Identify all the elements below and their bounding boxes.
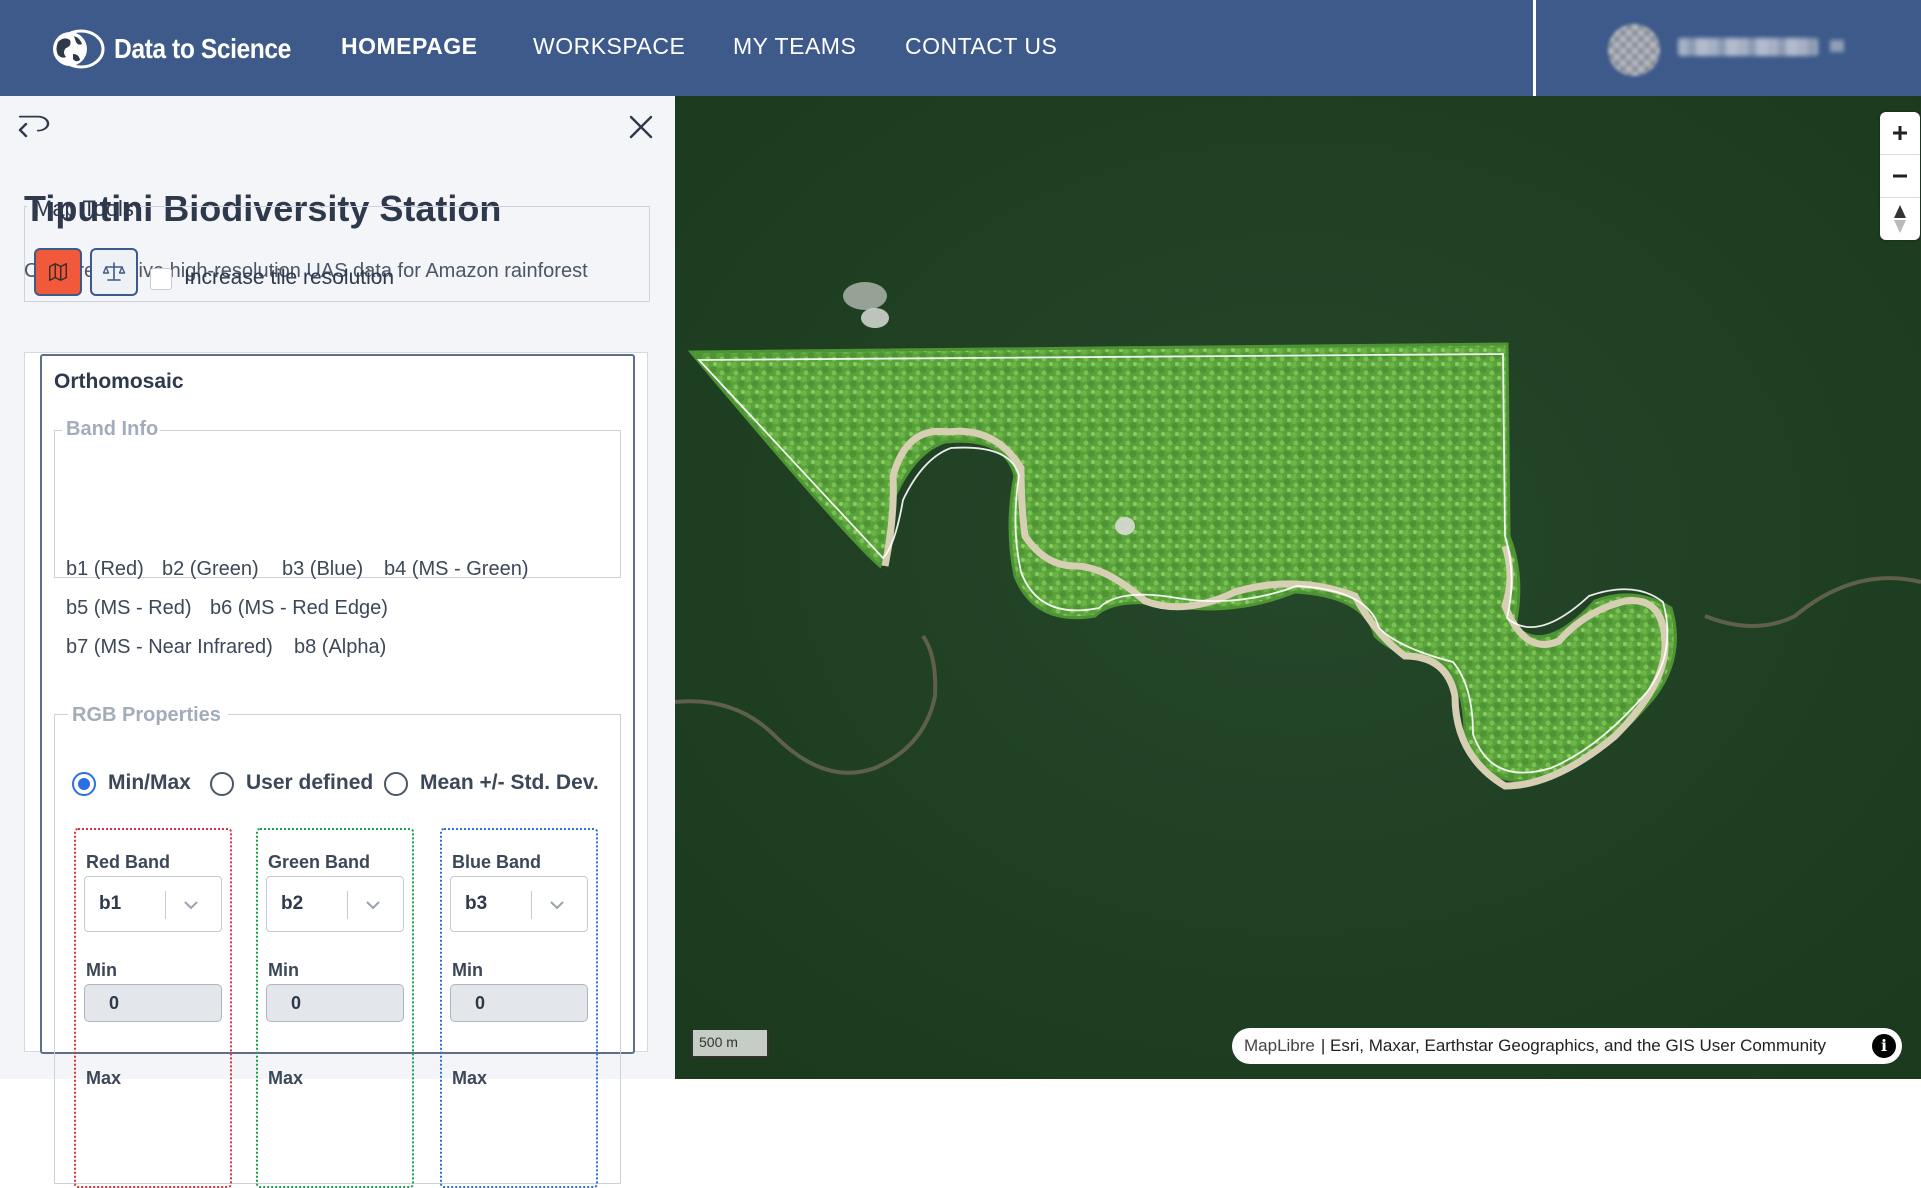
map-canvas[interactable] [675, 96, 1921, 1079]
nav-contact-us[interactable]: CONTACT US [905, 33, 1057, 60]
red-min-input[interactable]: 0 [84, 984, 222, 1022]
top-navbar: Data to Science HOMEPAGE WORKSPACE MY TE… [0, 0, 1921, 96]
map-view-button[interactable] [34, 248, 82, 296]
radio-min-max[interactable] [72, 772, 96, 796]
select-separator [531, 891, 532, 919]
zoom-in-button[interactable] [1880, 112, 1920, 154]
red-band-label: Red Band [86, 852, 171, 872]
zoom-out-button[interactable] [1880, 155, 1920, 197]
map-nav-control [1880, 112, 1920, 240]
compare-tool-button[interactable] [90, 248, 138, 296]
chevron-down-icon[interactable] [181, 895, 201, 915]
blue-band-select[interactable]: b3 [450, 876, 588, 932]
fieldset-border [54, 430, 62, 431]
red-min-label: Min [86, 960, 117, 980]
map-attribution: MapLibre | Esri, Maxar, Earthstar Geogra… [1232, 1028, 1902, 1064]
green-min-label: Min [268, 960, 299, 980]
green-band-panel: Green Band b2 Min 0 Max [256, 828, 414, 1188]
back-arrow-icon[interactable] [16, 112, 52, 148]
band-item: b3 (Blue) [282, 558, 364, 580]
green-band-label: Green Band [268, 852, 371, 872]
logo-text: Data to Science [114, 33, 291, 64]
close-icon[interactable] [628, 114, 654, 140]
radio-mean-std[interactable] [384, 772, 408, 796]
fieldset-border [54, 714, 68, 715]
maplibre-link[interactable]: MapLibre [1244, 1036, 1315, 1056]
fieldset-border [160, 430, 621, 431]
fieldset-border [24, 206, 27, 207]
band-item: b4 (MS - Green) [384, 558, 529, 580]
red-band-panel: Red Band b1 Min 0 Max [74, 828, 232, 1188]
band-item: b5 (MS - Red) [66, 597, 192, 619]
cloud [861, 308, 889, 328]
zoom-in-icon [1893, 126, 1907, 140]
band-info-legend: Band Info [66, 418, 159, 440]
band-item: b2 (Green) [162, 558, 259, 580]
compass-button[interactable] [1880, 198, 1920, 240]
red-band-value: b1 [99, 893, 122, 914]
radio-min-max-label[interactable]: Min/Max [108, 771, 191, 795]
tile-resolution-checkbox[interactable] [150, 268, 172, 290]
radio-user-defined-label[interactable]: User defined [246, 771, 373, 795]
band-info-fieldset [54, 430, 621, 578]
nav-workspace[interactable]: WORKSPACE [533, 33, 685, 60]
attribution-text: | Esri, Maxar, Earthstar Geographics, an… [1320, 1036, 1827, 1055]
nav-divider [1533, 0, 1536, 96]
blue-min-input[interactable]: 0 [450, 984, 588, 1022]
chevron-down-icon[interactable] [363, 895, 383, 915]
red-band-select[interactable]: b1 [84, 876, 222, 932]
map-tools-legend: Map Tools [34, 196, 134, 221]
orthomosaic-title: Orthomosaic [54, 370, 184, 393]
cloud [843, 282, 887, 310]
blue-band-label: Blue Band [452, 852, 542, 872]
user-name-blurred[interactable] [1678, 38, 1818, 56]
info-icon[interactable]: i [1872, 1034, 1896, 1058]
fieldset-border [140, 206, 650, 207]
rgb-properties-legend: RGB Properties [72, 704, 221, 726]
zoom-out-icon [1893, 174, 1907, 178]
radio-user-defined[interactable] [210, 772, 234, 796]
radio-mean-std-label[interactable]: Mean +/- Std. Dev. [420, 771, 599, 795]
fieldset-border [228, 714, 621, 715]
compass-icon [1894, 205, 1906, 233]
chevron-down-icon[interactable] [547, 895, 567, 915]
tile-resolution-label[interactable]: Increase tile resolution [184, 266, 394, 290]
blue-band-panel: Blue Band b3 Min 0 Max [440, 828, 598, 1188]
satellite-map [675, 96, 1921, 1079]
band-item: b6 (MS - Red Edge) [210, 597, 388, 619]
logo[interactable]: Data to Science [48, 28, 315, 70]
scale-compare-icon [102, 262, 126, 281]
band-item: b8 (Alpha) [294, 636, 387, 658]
nav-homepage[interactable]: HOMEPAGE [341, 33, 477, 60]
globe-logo-icon [53, 29, 105, 69]
select-separator [165, 891, 166, 919]
blue-band-value: b3 [465, 893, 488, 914]
nav-my-teams[interactable]: MY TEAMS [733, 33, 856, 60]
green-band-value: b2 [281, 893, 304, 914]
band-item: b1 (Red) [66, 558, 144, 580]
green-min-input[interactable]: 0 [266, 984, 404, 1022]
user-menu-caret-icon[interactable] [1830, 40, 1844, 52]
user-avatar[interactable] [1608, 24, 1660, 76]
map-scale-bar: 500 m [691, 1030, 769, 1058]
blue-min-label: Min [452, 960, 483, 980]
green-band-select[interactable]: b2 [266, 876, 404, 932]
clearing [1115, 517, 1135, 535]
band-item: b7 (MS - Near Infrared) [66, 636, 273, 658]
select-separator [347, 891, 348, 919]
map-icon [49, 263, 67, 281]
